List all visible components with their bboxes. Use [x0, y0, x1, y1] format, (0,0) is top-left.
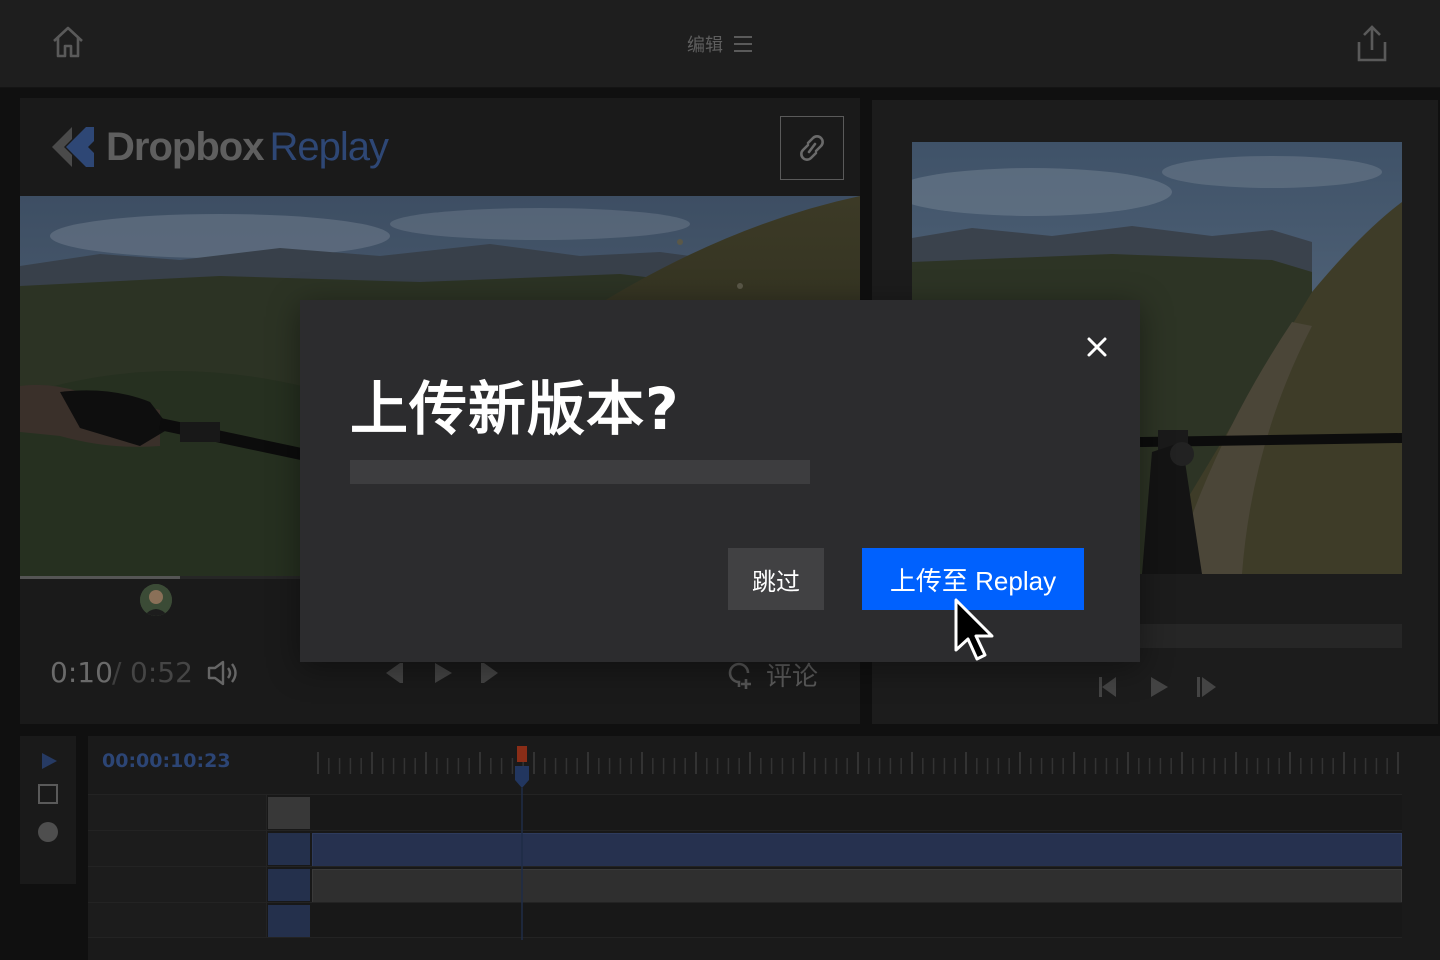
- avatar[interactable]: [140, 584, 172, 616]
- comment-add-icon: [728, 662, 751, 689]
- timeline-track: [88, 902, 1402, 938]
- home-button[interactable]: [48, 22, 88, 62]
- share-button[interactable]: [1350, 22, 1394, 66]
- prev-frame-icon: [1099, 677, 1116, 697]
- scrubber-fill: [20, 576, 180, 579]
- record-icon[interactable]: [38, 822, 58, 842]
- track-clip-thumb[interactable]: [268, 869, 310, 901]
- home-icon: [53, 26, 83, 58]
- next-frame-icon: [481, 663, 498, 683]
- dropbox-replay-logo-icon: [52, 127, 94, 167]
- prev-frame-icon: [386, 663, 403, 683]
- track-clip[interactable]: [312, 833, 1402, 867]
- play-icon: [435, 663, 452, 683]
- timeline-track: [88, 830, 1402, 867]
- volume-icon: [207, 660, 237, 686]
- skip-button[interactable]: 跳过: [728, 548, 824, 610]
- link-icon: [800, 135, 824, 161]
- play-button[interactable]: [430, 660, 456, 686]
- edit-menu[interactable]: 编辑: [640, 30, 800, 58]
- mouse-cursor: [950, 598, 998, 664]
- track-clip[interactable]: [312, 869, 1402, 903]
- stop-icon[interactable]: [38, 784, 58, 804]
- track-header: [88, 867, 267, 902]
- menu-icon: [734, 36, 752, 52]
- close-icon: [1087, 337, 1107, 357]
- next-frame-icon: [1197, 677, 1216, 697]
- play-icon: [1151, 677, 1168, 697]
- edit-menu-label: 编辑: [687, 35, 723, 56]
- timeline-playhead[interactable]: [514, 744, 530, 940]
- timeline-ruler[interactable]: [310, 744, 1404, 780]
- upload-progress-bar: [350, 460, 810, 484]
- timeline-track: [88, 794, 1402, 830]
- track-clip-thumb[interactable]: [268, 797, 310, 829]
- compare-play-button[interactable]: [1146, 674, 1172, 700]
- compare-next-frame-button[interactable]: [1194, 674, 1220, 700]
- next-frame-button[interactable]: [478, 660, 504, 686]
- track-header: [88, 903, 267, 937]
- timeline-play-button[interactable]: [38, 750, 60, 772]
- close-button[interactable]: [1080, 330, 1114, 364]
- prev-frame-button[interactable]: [380, 660, 406, 686]
- upload-version-dialog: 上传新版本? 跳过 上传至 Replay: [300, 300, 1140, 662]
- current-time: 0:10: [50, 656, 113, 689]
- compare-scrubber[interactable]: [1140, 624, 1402, 648]
- timeline-timecode: 00:00:10:23: [102, 750, 231, 772]
- copy-link-button[interactable]: [780, 116, 844, 180]
- track-clip-thumb[interactable]: [268, 833, 310, 865]
- volume-button[interactable]: [206, 658, 242, 688]
- dropbox-replay-logo: Dropbox Replay: [50, 118, 389, 176]
- dialog-title: 上传新版本?: [350, 375, 680, 443]
- time-separator: /: [112, 656, 122, 689]
- brand-secondary: Replay: [269, 124, 389, 169]
- timeline-track: [88, 866, 1402, 903]
- cursor-icon: [954, 598, 994, 661]
- track-header: [88, 831, 267, 866]
- total-time: 0:52: [130, 656, 193, 689]
- share-icon: [1357, 25, 1387, 62]
- brand-primary: Dropbox: [106, 124, 264, 169]
- play-icon: [42, 753, 57, 769]
- track-header: [88, 795, 267, 830]
- track-clip-thumb[interactable]: [268, 905, 310, 937]
- compare-prev-frame-button[interactable]: [1096, 674, 1122, 700]
